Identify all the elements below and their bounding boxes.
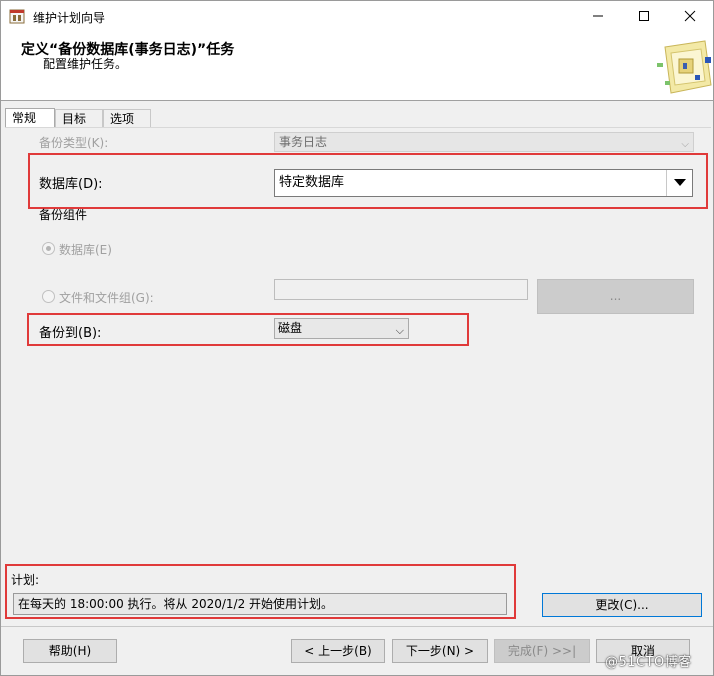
- schedule-label: 计划:: [11, 573, 40, 587]
- maximize-button[interactable]: [621, 1, 667, 31]
- wizard-header: 定义“备份数据库(事务日志)”任务 配置维护任务。: [1, 31, 713, 101]
- backup-type-label: 备份类型(K):: [39, 136, 109, 150]
- database-label: 数据库(D):: [39, 177, 103, 192]
- tab-options[interactable]: 选项: [103, 109, 151, 128]
- backup-type-value: 事务日志: [279, 135, 328, 149]
- window-title: 维护计划向导: [33, 11, 106, 25]
- minimize-button[interactable]: [575, 1, 621, 31]
- browse-button[interactable]: ...: [537, 279, 694, 314]
- change-schedule-button[interactable]: 更改(C)...: [542, 593, 702, 617]
- finish-button[interactable]: 完成(F) >>|: [494, 639, 590, 663]
- close-button[interactable]: [667, 1, 713, 31]
- wizard-graphic-icon: [657, 40, 712, 94]
- maximize-icon: [639, 11, 649, 21]
- back-button[interactable]: < 上一步(B): [291, 639, 385, 663]
- radio-files-filegroups[interactable]: [42, 290, 55, 303]
- page-subtitle: 配置维护任务。: [43, 57, 128, 71]
- footer-separator: [1, 626, 713, 627]
- watermark: @51CTO博客: [605, 655, 692, 670]
- tab-target[interactable]: 目标: [55, 109, 103, 128]
- backup-to-select[interactable]: 磁盘 ⌵: [274, 318, 409, 339]
- app-icon: [9, 9, 25, 24]
- dropdown-arrow-icon: [666, 170, 692, 196]
- chevron-down-icon: ⌵: [681, 139, 689, 150]
- radio-database[interactable]: [42, 242, 55, 255]
- backup-component-label: 备份组件: [39, 208, 88, 222]
- help-button[interactable]: 帮助(H): [23, 639, 117, 663]
- maintenance-plan-wizard-window: 维护计划向导 定义“备份数据库(事务日志)”任务 配置维护任务。 常规 目标 选…: [0, 0, 714, 676]
- database-select[interactable]: 特定数据库: [274, 169, 693, 197]
- radio-database-label: 数据库(E): [59, 243, 112, 257]
- schedule-description: 在每天的 18:00:00 执行。将从 2020/1/2 开始使用计划。: [13, 593, 507, 615]
- title-bar: 维护计划向导: [1, 1, 713, 31]
- database-value: 特定数据库: [279, 175, 345, 190]
- backup-type-select[interactable]: 事务日志 ⌵: [274, 132, 694, 152]
- minimize-icon: [593, 15, 603, 17]
- next-button[interactable]: 下一步(N) >: [392, 639, 488, 663]
- radio-files-label: 文件和文件组(G):: [59, 291, 154, 305]
- chevron-down-icon: ⌵: [395, 324, 404, 337]
- backup-to-value: 磁盘: [278, 321, 303, 335]
- files-filegroups-input[interactable]: [274, 279, 528, 300]
- close-icon: [684, 10, 696, 22]
- backup-to-label: 备份到(B):: [39, 326, 102, 341]
- tab-general[interactable]: 常规: [5, 108, 55, 128]
